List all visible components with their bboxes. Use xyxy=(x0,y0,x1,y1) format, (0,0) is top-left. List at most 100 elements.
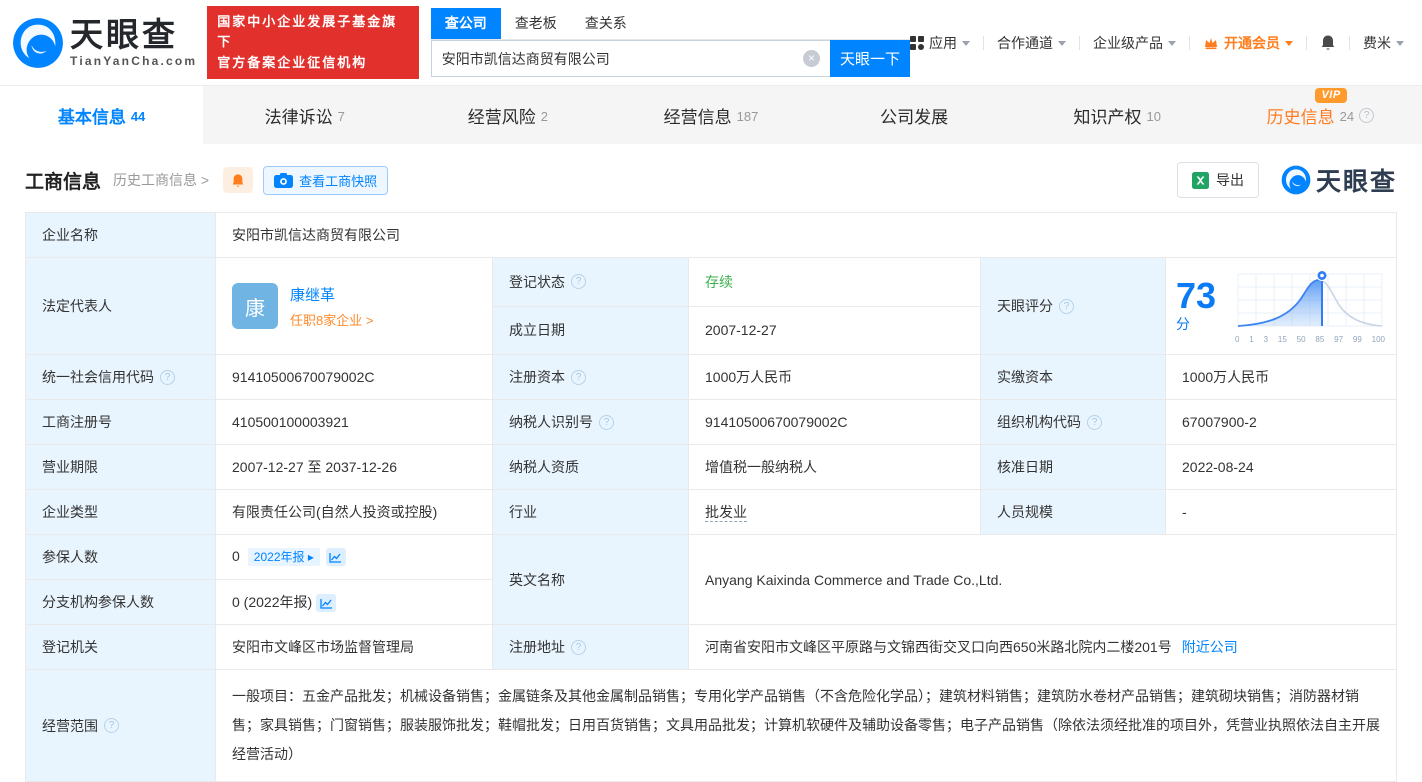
tab-basic-info[interactable]: 基本信息 44 xyxy=(0,86,204,144)
table-row: 登记机关 安阳市文峰区市场监督管理局 注册地址 河南省安阳市文峰区平原路与文锦西… xyxy=(25,624,1397,671)
search-tab-relation[interactable]: 查关系 xyxy=(571,8,641,39)
help-icon[interactable] xyxy=(104,718,119,734)
tab-label: 经营风险 xyxy=(467,107,536,127)
divider xyxy=(1349,35,1350,50)
field-label-reg-number: 工商注册号 xyxy=(25,399,216,445)
divider xyxy=(983,35,984,50)
help-icon[interactable] xyxy=(599,414,614,430)
help-icon[interactable] xyxy=(160,369,175,385)
export-button[interactable]: 导出 xyxy=(1176,162,1259,198)
field-value-score: 73分 0 1 3 15 50 85 97 99 100 xyxy=(1165,257,1397,355)
help-icon[interactable] xyxy=(571,274,586,290)
tab-label: 基本信息 xyxy=(57,107,126,127)
field-label-score: 天眼评分 xyxy=(980,257,1166,355)
table-row: 参保人数 0 2022年报 ▸ 英文名称 Anyang Kaixinda Comm… xyxy=(25,533,1397,626)
field-value-english-name: Anyang Kaixinda Commerce and Trade Co.,L… xyxy=(688,533,1397,626)
search-input[interactable] xyxy=(430,40,830,77)
field-label-industry: 行业 xyxy=(492,489,689,535)
search-tab-boss[interactable]: 查老板 xyxy=(501,8,571,39)
menu-open-vip[interactable]: 开通会员 xyxy=(1203,33,1293,53)
menu-enterprise-label: 企业级产品 xyxy=(1093,34,1163,51)
chevron-down-icon xyxy=(1058,41,1066,46)
score-unit: 分 xyxy=(1176,316,1190,332)
tab-history-info[interactable]: 历史信息 VIP 24 xyxy=(1219,86,1422,144)
field-value-approval-date: 2022-08-24 xyxy=(1165,444,1397,490)
field-label-taxpayer-id: 纳税人识别号 xyxy=(492,399,689,445)
snapshot-button-label: 查看工商快照 xyxy=(299,173,378,189)
field-value-business-scope: 一般项目：五金产品批发；机械设备销售；金属链条及其他金属制品销售；专用化学产品销… xyxy=(215,669,1397,782)
field-label-reg-capital: 注册资本 xyxy=(492,354,689,400)
status-badge: 存续 xyxy=(705,273,733,290)
top-menu: 应用 合作通道 企业级产品 开通会员 费米 xyxy=(910,33,1404,53)
tab-count: 24 xyxy=(1339,108,1355,124)
menu-enterprise[interactable]: 企业级产品 xyxy=(1093,33,1176,53)
history-business-info-link[interactable]: 历史工商信息 > xyxy=(113,170,209,190)
trend-chart-icon[interactable] xyxy=(325,548,346,567)
notification-bell[interactable] xyxy=(1320,34,1336,51)
field-label-business-term: 营业期限 xyxy=(25,444,216,490)
field-value-branch-insured: 0 (2022年报) xyxy=(215,578,493,626)
field-label-approval-date: 核准日期 xyxy=(980,444,1166,490)
search-tab-company[interactable]: 查公司 xyxy=(430,8,501,39)
field-value-org-code: 67007900-2 xyxy=(1165,399,1397,445)
table-row: 法定代表人 康 康继革 任职8家企业 > 登记状态 存续 天眼评分 73分 xyxy=(25,257,1397,355)
annual-report-tag[interactable]: 2022年报 ▸ xyxy=(247,547,320,566)
table-row: 经营范围 一般项目：五金产品批发；机械设备销售；金属链条及其他金属制品销售；专用… xyxy=(25,669,1397,782)
search-button[interactable]: 天眼一下 xyxy=(830,40,910,77)
export-button-label: 导出 xyxy=(1215,172,1244,188)
industry-link[interactable]: 批发业 xyxy=(705,504,747,522)
logo-domain: TianYanCha.com xyxy=(70,54,198,68)
help-icon[interactable] xyxy=(1059,298,1074,314)
field-value-insured: 0 2022年报 ▸ xyxy=(215,534,493,580)
tab-company-development[interactable]: 公司发展 xyxy=(813,86,1016,144)
menu-partner[interactable]: 合作通道 xyxy=(997,33,1066,53)
help-icon[interactable] xyxy=(1087,414,1102,430)
legal-rep-positions-link[interactable]: 任职8家企业 > xyxy=(290,310,373,329)
field-value-staff-size: - xyxy=(1165,489,1397,535)
logo-title: 天眼查 xyxy=(70,16,178,53)
field-label-credit-code: 统一社会信用代码 xyxy=(25,354,216,400)
top-bar: 天眼查 TianYanCha.com 国家中小企业发展子基金旗下 官方备案企业征… xyxy=(0,0,1422,86)
chevron-down-icon xyxy=(1168,41,1176,46)
view-business-snapshot-button[interactable]: 查看工商快照 xyxy=(263,165,389,195)
tianyancha-swirl-icon xyxy=(13,17,63,68)
tab-business-risk[interactable]: 经营风险 2 xyxy=(406,86,609,144)
legal-rep-avatar[interactable]: 康 xyxy=(232,283,278,329)
tianyancha-logo[interactable]: 天眼查 TianYanCha.com xyxy=(12,17,197,69)
tab-count: 44 xyxy=(130,108,146,124)
field-value-reg-authority: 安阳市文峰区市场监督管理局 xyxy=(215,624,493,671)
field-label-paid-capital: 实缴资本 xyxy=(980,354,1166,400)
nearby-companies-link[interactable]: 附近公司 xyxy=(1182,639,1238,655)
vip-badge: VIP xyxy=(1315,87,1347,103)
tab-count: 2 xyxy=(540,108,548,124)
business-info-table: 企业名称 安阳市凯信达商贸有限公司 法定代表人 康 康继革 任职8家企业 > 登… xyxy=(25,212,1397,782)
field-value-reg-capital: 1000万人民币 xyxy=(688,354,981,400)
tab-legal-proceedings[interactable]: 法律诉讼 7 xyxy=(203,86,406,144)
help-icon[interactable] xyxy=(571,639,586,655)
badge-line1: 国家中小企业发展子基金旗下 xyxy=(217,14,398,50)
help-icon[interactable] xyxy=(571,369,586,385)
clear-search-icon[interactable] xyxy=(803,50,820,67)
monitor-bell-button[interactable] xyxy=(223,167,254,193)
trend-chart-icon[interactable] xyxy=(316,594,337,613)
field-value-est-date: 2007-12-27 xyxy=(688,305,981,355)
tab-label: 经营信息 xyxy=(663,107,732,127)
tab-label: 知识产权 xyxy=(1073,107,1142,127)
field-value-paid-capital: 1000万人民币 xyxy=(1165,354,1397,400)
badge-line2: 官方备案企业征信机构 xyxy=(217,54,368,70)
field-label-staff-size: 人员规模 xyxy=(980,489,1166,535)
help-icon[interactable] xyxy=(1359,107,1375,123)
field-value-legal-rep: 康 康继革 任职8家企业 > xyxy=(215,257,493,355)
field-label-company-type: 企业类型 xyxy=(25,489,216,535)
chevron-down-icon xyxy=(962,41,970,46)
table-row: 企业类型 有限责任公司(自然人投资或控股) 行业 批发业 人员规模 - xyxy=(25,489,1397,535)
tab-intellectual-property[interactable]: 知识产权 10 xyxy=(1016,86,1219,144)
field-value-credit-code: 91410500670079002C xyxy=(215,354,493,400)
field-label-legal-rep: 法定代表人 xyxy=(25,257,216,355)
branch-insured-count: 0 (2022年报) xyxy=(232,594,313,610)
legal-rep-name-link[interactable]: 康继革 xyxy=(290,284,373,305)
tab-business-info[interactable]: 经营信息 187 xyxy=(609,86,812,144)
table-row: 统一社会信用代码 91410500670079002C 注册资本 1000万人民… xyxy=(25,354,1397,400)
menu-apps[interactable]: 应用 xyxy=(910,33,970,53)
menu-user[interactable]: 费米 xyxy=(1363,33,1404,53)
